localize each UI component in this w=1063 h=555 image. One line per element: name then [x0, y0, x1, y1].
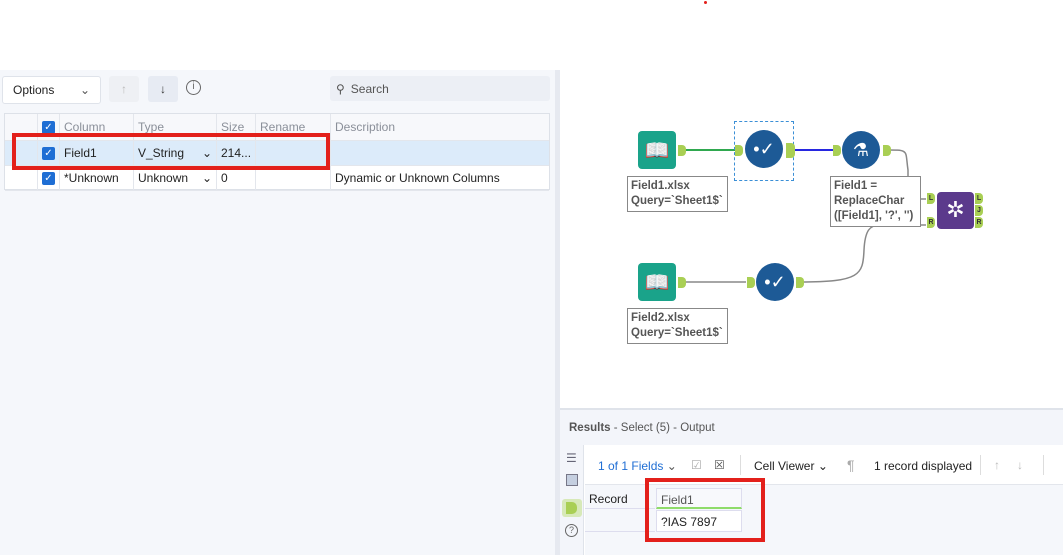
output-anchor[interactable]	[883, 145, 891, 156]
join-tool[interactable]: ✲	[937, 192, 974, 229]
cell-description[interactable]: Dynamic or Unknown Columns	[331, 166, 549, 190]
cell-viewer-dropdown[interactable]: Cell Viewer ⌄	[754, 459, 828, 473]
check-all-icon[interactable]: ☑	[691, 458, 702, 472]
annotation-line: Field2.xlsx	[631, 312, 690, 324]
metadata-icon[interactable]	[566, 474, 578, 486]
results-sidebar: ☰ ?	[560, 445, 584, 555]
output-anchor[interactable]	[678, 145, 686, 156]
search-icon: ⚲	[336, 81, 345, 96]
join-icon: ✲	[946, 197, 965, 222]
type-value: Unknown	[138, 171, 189, 185]
chevron-down-icon: ⌄	[817, 459, 828, 473]
arrow-down-icon: ↓	[160, 82, 166, 96]
join-left-anchor[interactable]: L	[927, 193, 935, 204]
join-output-r[interactable]: R	[975, 217, 983, 228]
annotation-line: Query=`Sheet1$`	[631, 327, 723, 339]
annotation-line: Field1.xlsx	[631, 180, 690, 192]
results-header: Results - Select (5) - Output	[560, 408, 1063, 445]
divider	[980, 455, 981, 475]
annotation-line: ([Field1], '?', '')	[834, 210, 914, 222]
record-count: 1 record displayed	[874, 459, 973, 473]
flask-icon: ⚗	[852, 139, 870, 160]
fields-dropdown[interactable]: 1 of 1 Fields ⌄	[598, 459, 677, 473]
join-right-anchor[interactable]: R	[927, 217, 935, 228]
annotation-line: ReplaceChar	[834, 195, 905, 207]
search-placeholder: Search	[350, 81, 389, 96]
join-output-j[interactable]: J	[975, 205, 983, 216]
output-anchor[interactable]	[786, 143, 795, 158]
arrow-up-icon: ↑	[121, 82, 127, 96]
results-subtitle: - Select (5) - Output	[613, 422, 715, 434]
join-output-l[interactable]: L	[975, 193, 983, 204]
chevron-down-icon: ⌄	[201, 171, 212, 185]
options-label: Options	[13, 83, 55, 97]
formula-tool[interactable]: ⚗	[842, 131, 880, 169]
chevron-down-icon: ⌄	[666, 459, 677, 473]
pilcrow-icon[interactable]: ¶	[847, 457, 855, 473]
annotation-line: Query=`Sheet1$`	[631, 195, 723, 207]
input-data-tool-1[interactable]: 📖	[638, 131, 676, 169]
annotation-line: Field1 =	[834, 180, 878, 192]
input-anchor[interactable]	[747, 277, 755, 288]
input1-annotation: Field1.xlsx Query=`Sheet1$`	[627, 176, 728, 212]
divider	[1043, 455, 1044, 475]
data-icon[interactable]	[562, 499, 582, 517]
move-up-button[interactable]: ↑	[109, 76, 139, 102]
input-anchor[interactable]	[833, 145, 841, 156]
book-icon: 📖	[644, 271, 670, 294]
input-data-tool-2[interactable]: 📖	[638, 263, 676, 301]
highlight-box	[12, 133, 330, 170]
arrow-down-icon[interactable]: ↓	[1017, 458, 1023, 472]
help-icon[interactable]: ?	[565, 524, 578, 537]
search-input[interactable]: ⚲ Search	[330, 76, 550, 101]
red-dot	[704, 1, 707, 4]
checkmark-icon: •✓	[764, 271, 786, 292]
header-description[interactable]: Description	[331, 114, 549, 140]
cell-description[interactable]	[331, 141, 549, 165]
output-anchor[interactable]	[796, 277, 804, 288]
select-tool-1[interactable]: •✓	[745, 130, 783, 168]
workflow-canvas[interactable]: 📖 Field1.xlsx Query=`Sheet1$` •✓ ⚗ Field1…	[560, 70, 1063, 405]
options-dropdown[interactable]: Options ⌄	[2, 76, 101, 104]
select-tool-2[interactable]: •✓	[756, 263, 794, 301]
arrow-up-icon[interactable]: ↑	[994, 458, 1000, 472]
list-icon[interactable]: ☰	[566, 451, 577, 465]
connections	[684, 149, 927, 283]
connection-line	[799, 224, 926, 283]
fields-label: 1 of 1 Fields	[598, 459, 664, 473]
output-anchor[interactable]	[678, 277, 686, 288]
results-title: Results	[569, 422, 611, 434]
chevron-down-icon: ⌄	[79, 83, 90, 97]
divider	[740, 455, 741, 475]
info-icon[interactable]: i	[186, 80, 201, 95]
book-icon: 📖	[644, 139, 670, 162]
formula-annotation: Field1 = ReplaceChar ([Field1], '?', '')	[830, 176, 921, 227]
move-down-button[interactable]: ↓	[148, 76, 178, 102]
input2-annotation: Field2.xlsx Query=`Sheet1$`	[627, 308, 728, 344]
clear-icon[interactable]: ☒	[714, 458, 725, 472]
cell-viewer-label: Cell Viewer	[754, 459, 815, 473]
checkmark-icon: •✓	[753, 138, 775, 159]
input-anchor[interactable]	[735, 145, 743, 156]
highlight-box	[645, 478, 765, 542]
